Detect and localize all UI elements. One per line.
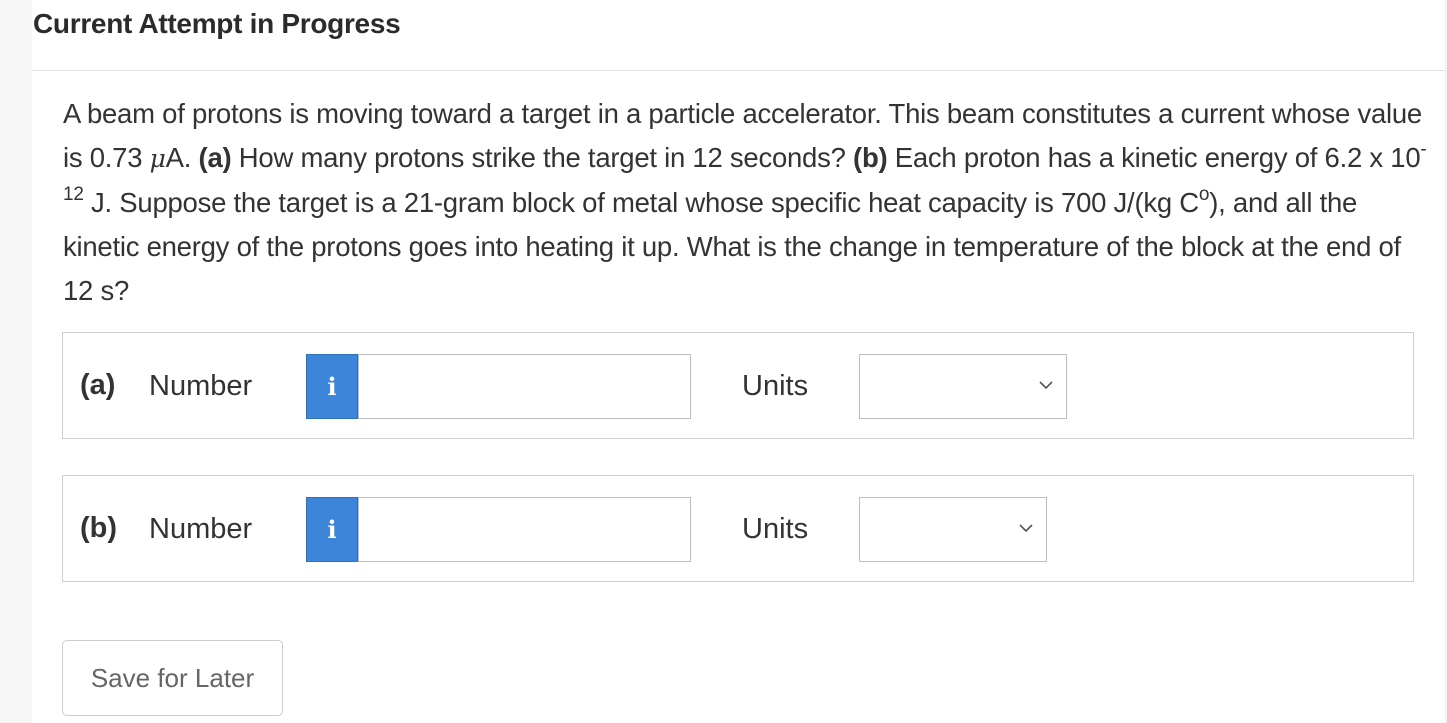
save-for-later-button[interactable]: Save for Later [62, 640, 283, 716]
part-a-info-icon[interactable]: i [306, 354, 358, 419]
part-b-units-select[interactable] [859, 497, 1047, 562]
question-text: A beam of protons is moving toward a tar… [63, 92, 1428, 313]
part-a-label: (a) [80, 369, 116, 401]
part-b-number-input[interactable] [358, 497, 691, 562]
left-gutter [0, 0, 32, 723]
part-a-number-label: Number [149, 370, 253, 402]
part-a-number-input[interactable] [358, 354, 691, 419]
question-text-5: J. Suppose the target is a 21-gram block… [83, 187, 1199, 218]
part-a-answer-row: (a) Number i Units [62, 332, 1414, 439]
part-a-units-label: Units [742, 370, 809, 402]
part-b-tag: (b) [853, 142, 888, 173]
question-text-3: How many protons strike the target in 12… [231, 142, 854, 173]
chevron-down-icon [1019, 524, 1033, 533]
question-text-2: A. [165, 142, 199, 173]
part-b-number-label: Number [149, 513, 253, 545]
micro-symbol: μ [149, 144, 166, 173]
part-b-label: (b) [80, 512, 118, 544]
question-text-4: Each proton has a kinetic energy of 6.2 … [887, 142, 1421, 173]
part-b-units-label: Units [742, 513, 809, 545]
chevron-down-icon [1039, 381, 1053, 390]
part-b-answer-row: (b) Number i Units [62, 475, 1414, 582]
part-a-tag: (a) [198, 142, 232, 173]
degree-symbol: o [1198, 184, 1210, 205]
part-b-info-icon[interactable]: i [306, 497, 358, 562]
page-title: Current Attempt in Progress [33, 8, 401, 39]
part-a-units-select[interactable] [859, 354, 1067, 419]
header-divider [32, 70, 1445, 71]
